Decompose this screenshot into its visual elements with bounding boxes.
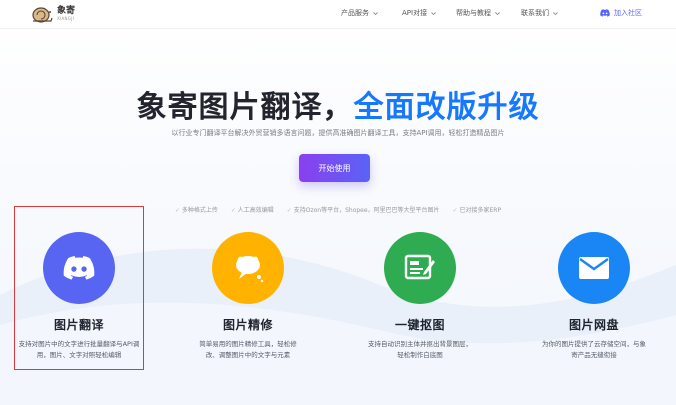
chevron-down-icon: [553, 11, 558, 15]
chevron-down-icon: [431, 11, 436, 15]
brand-logo[interactable]: 象寄 XIANGJI: [31, 3, 75, 25]
nav-contact[interactable]: 联系我们: [521, 8, 559, 18]
service-card-cutout[interactable]: 一键抠图 支持自动识别主体并抠出背景图层， 轻松制作白底图: [340, 232, 500, 361]
discord-icon: [600, 9, 610, 17]
discord-label: 加入社区: [614, 9, 642, 17]
nav-products-label: 产品服务: [341, 9, 369, 17]
hero-title-main: 象寄图片翻译，: [136, 90, 354, 125]
image-edit-icon: [404, 254, 435, 280]
card-desc-line: 改、调整图片中的文字与元素: [205, 351, 291, 359]
nav-help-label: 帮助与教程: [456, 9, 491, 17]
feature-item: 多种格式上传: [175, 205, 218, 214]
card-icon-circle: [384, 232, 456, 304]
nav-contact-label: 联系我们: [521, 9, 549, 17]
brand-name: 象寄: [57, 6, 76, 16]
card-description: 支持自动识别主体并抠出背景图层， 轻松制作白底图: [340, 339, 500, 361]
top-navbar: 象寄 XIANGJI 产品服务 API对接 帮助与教程 联系我们 加入社区: [0, 0, 676, 29]
card-title: 图片网盘: [568, 318, 619, 332]
feature-item: 支持Ozon等平台，Shopee，阿里巴巴等大型平台图片: [287, 205, 440, 214]
card-desc-line: 轻松制作白底图: [397, 351, 443, 359]
nav-discord[interactable]: 加入社区: [600, 8, 642, 18]
nav-api-label: API对接: [402, 9, 428, 17]
selection-highlight-box: [14, 206, 144, 370]
hero-title-accent: 全面改版升级: [353, 90, 540, 125]
chat-bubble-icon: [236, 256, 264, 283]
card-desc-line: 简单易用的图片精修工具，轻松修: [199, 340, 297, 348]
card-icon-circle: [558, 232, 630, 304]
card-desc-line: 支持自动识别主体并抠出背景图层，: [368, 340, 472, 348]
chevron-down-icon: [495, 11, 500, 15]
service-card-retouch[interactable]: 图片精修 简单易用的图片精修工具，轻松修 改、调整图片中的文字与元素: [168, 232, 328, 361]
card-title: 图片精修: [222, 318, 273, 332]
card-description: 简单易用的图片精修工具，轻松修 改、调整图片中的文字与元素: [168, 339, 328, 361]
hero-subtitle: 以行业专门翻译平台解决外贸营销多语言问题，提供高准确图片翻译工具，支持API调用…: [171, 129, 505, 137]
card-desc-line: 为你的图片提供了云存储空间，与象: [542, 340, 646, 348]
card-icon-circle: [212, 232, 284, 304]
chevron-down-icon: [373, 11, 378, 15]
brand-subtitle: XIANGJI: [57, 16, 75, 21]
snail-logo-icon: [32, 7, 53, 23]
card-description: 为你的图片提供了云存储空间，与象 寄产品无缝衔接: [514, 339, 674, 361]
service-card-drive[interactable]: 图片网盘 为你的图片提供了云存储空间，与象 寄产品无缝衔接: [514, 232, 674, 361]
hero-title: 象寄图片翻译，全面改版升级: [0, 82, 676, 126]
nav-api[interactable]: API对接: [402, 8, 437, 18]
feature-item: 人工高效编辑: [231, 205, 274, 214]
card-title: 一键抠图: [394, 318, 445, 332]
nav-help[interactable]: 帮助与教程: [456, 8, 501, 18]
mail-icon: [579, 257, 609, 279]
card-desc-line: 寄产品无缝衔接: [571, 351, 617, 359]
start-button[interactable]: 开始使用: [299, 154, 370, 182]
nav-products[interactable]: 产品服务: [341, 8, 379, 18]
feature-item: 已对接多家ERP: [453, 205, 502, 214]
